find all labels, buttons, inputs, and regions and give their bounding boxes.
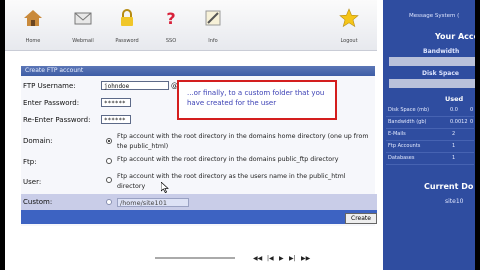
ftp-label: Ftp: [23,158,37,166]
user-option-text: Ftp account with the root directory as t… [117,173,346,190]
tutorial-callout: ...or finally, to a custom folder that y… [177,80,337,120]
form-footer-bar [21,210,377,224]
bandwidth-heading: Bandwidth [423,48,460,55]
current-site-name: site10 [445,198,464,205]
browser-content: Home Webmail Password ? SSO Info Logout … [5,0,475,270]
custom-row [21,194,377,210]
logout-button[interactable]: Logout [327,8,371,44]
domain-label: Domain: [23,137,53,145]
stat-label: Disk Space (mb) [388,107,430,113]
disk-space-bar [389,79,475,88]
stat-label: Databases [388,155,415,161]
stat-label: E-Mails [388,131,406,137]
player-controls: ◀◀ |◀ ▶ ▶| ▶▶ [155,252,355,264]
mouse-cursor-icon [161,182,169,193]
stat-extra: 0 [470,107,474,113]
password-button[interactable]: Password [105,8,149,44]
section-title: Create FTP account [21,66,375,76]
password-label: Password [115,38,139,44]
webmail-label: Webmail [72,38,94,44]
ftp-username-label: FTP Username: [23,82,76,90]
stat-row: Bandwidth (gb) 0.0012 0 [386,119,474,129]
ftp-username-input[interactable]: johndoe [101,81,169,90]
password-lock-icon [121,9,133,26]
info-label: Info [208,38,218,44]
custom-label: Custom: [23,198,53,206]
create-button[interactable]: Create [345,213,377,224]
logout-star-icon [339,8,359,28]
domain-option-text: Ftp account with the root directory in t… [117,133,369,150]
stat-row: E-Mails 2 [386,131,474,141]
disk-space-heading: Disk Space [422,70,459,77]
seek-bar[interactable] [155,257,235,259]
play-icon[interactable]: ▶ [279,255,284,262]
stat-row: Disk Space (mb) 0.0 0 [386,107,474,117]
svg-text:?: ? [166,9,175,28]
toolbar: Home Webmail Password ? SSO Info Logout [5,0,377,51]
logout-label: Logout [340,38,358,44]
webmail-icon [74,12,92,25]
stat-value: 1 [452,155,456,161]
password-input[interactable]: ****** [101,98,131,107]
step-forward-icon[interactable]: ▶| [289,255,296,262]
help-question-icon: ? [166,9,175,28]
domain-radio[interactable] [106,138,112,144]
bandwidth-bar [389,57,475,66]
stat-value: 2 [452,131,456,137]
your-account-heading: Your Acco [435,32,475,41]
user-radio[interactable] [106,177,112,183]
message-system-link[interactable]: Message System ( [409,13,459,19]
step-back-icon[interactable]: |◀ [267,255,274,262]
home-icon [24,10,42,26]
stat-extra: 0 [470,119,474,125]
stat-value: 1 [452,143,456,149]
sso-label: SSO [165,38,177,44]
password-label: Enter Password: [23,99,80,107]
home-label: Home [25,38,41,44]
sso-button[interactable]: ? SSO [149,8,193,44]
info-button[interactable]: Info [191,8,235,44]
current-domain-heading: Current Do [424,182,474,191]
home-button[interactable]: Home [11,8,55,44]
stat-row: Ftp Accounts 1 [386,143,474,153]
rewind-icon[interactable]: ◀◀ [253,255,262,262]
user-label: User: [23,178,42,186]
used-heading: Used [445,95,464,103]
custom-radio[interactable] [106,199,112,205]
ftp-option-text: Ftp account with the root directory in t… [117,156,339,163]
stat-label: Bandwidth (gb) [388,119,427,125]
stat-row: Databases 1 [386,155,474,165]
stat-value: 0.0012 [450,119,468,125]
custom-path-input[interactable]: /home/site101 [117,198,189,207]
stat-value: 0.0 [450,107,458,113]
info-tools-icon [205,10,221,26]
ftp-radio[interactable] [106,158,112,164]
reenter-password-input[interactable]: ****** [101,115,131,124]
reenter-password-label: Re-Enter Password: [23,116,91,124]
stat-label: Ftp Accounts [388,143,421,149]
webmail-button[interactable]: Webmail [61,8,105,44]
fast-forward-icon[interactable]: ▶▶ [301,255,310,262]
